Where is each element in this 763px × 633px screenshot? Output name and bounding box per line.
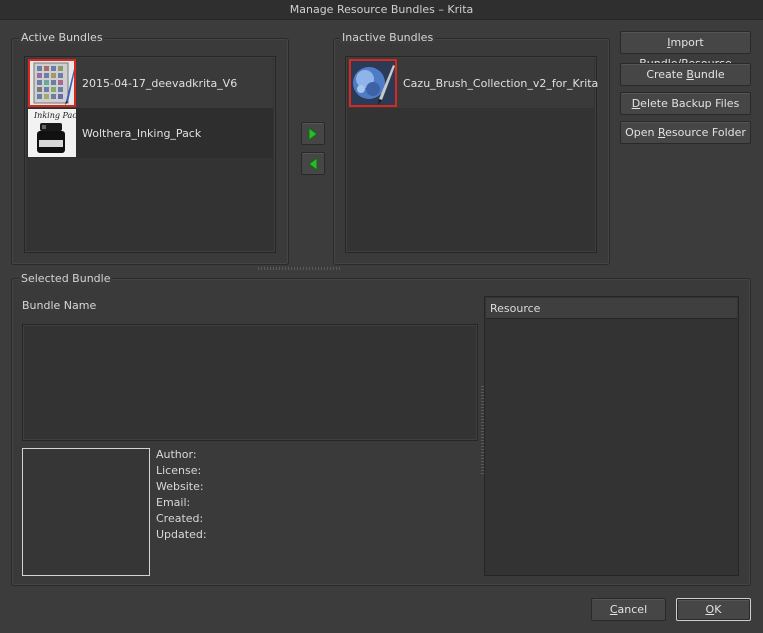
brush-splash-icon	[349, 59, 397, 107]
activate-bundle-button[interactable]	[301, 122, 325, 145]
splitter-handle[interactable]	[258, 267, 340, 270]
ink-bottle-icon: Inking Pack	[28, 109, 76, 157]
cancel-button[interactable]: Cancel	[591, 598, 666, 621]
open-resource-folder-button[interactable]: Open Resource Folder	[620, 121, 751, 144]
resource-tree[interactable]: Resource	[484, 296, 739, 576]
list-item-label: 2015-04-17_deevadkrita_V6	[82, 76, 238, 90]
bundle-description-box[interactable]	[22, 324, 478, 441]
resource-column-header[interactable]: Resource	[486, 298, 737, 319]
delete-backup-files-button[interactable]: Delete Backup Files	[620, 92, 751, 115]
inactive-bundles-list[interactable]: Cazu_Brush_Collection_v2_for_Krita	[345, 56, 598, 253]
created-label: Created:	[156, 512, 204, 525]
palette-grid-icon	[28, 59, 76, 107]
list-item-label: Wolthera_Inking_Pack	[82, 126, 202, 140]
author-label: Author:	[156, 448, 197, 461]
list-item[interactable]: Cazu_Brush_Collection_v2_for_Krita	[348, 58, 598, 108]
selected-bundle-title: Selected Bundle	[19, 272, 113, 285]
list-item[interactable]: 2015-04-17_deevadkrita_V6	[27, 58, 273, 108]
list-item-label: Cazu_Brush_Collection_v2_for_Krita	[403, 76, 599, 90]
import-bundle-button[interactable]: Import Bundle/Resource	[620, 31, 751, 70]
create-bundle-button[interactable]: Create Bundle	[620, 63, 751, 86]
svg-text:Inking Pack: Inking Pack	[33, 111, 76, 120]
deactivate-bundle-button[interactable]	[301, 152, 325, 175]
website-label: Website:	[156, 480, 204, 493]
active-bundles-title: Active Bundles	[19, 31, 105, 44]
license-label: License:	[156, 464, 202, 477]
arrow-right-icon	[308, 126, 318, 141]
window-title: Manage Resource Bundles – Krita	[0, 0, 763, 20]
inactive-bundles-title: Inactive Bundles	[340, 31, 436, 44]
list-item[interactable]: Inking Pack Wolthera_Inking_Pack	[27, 108, 273, 158]
active-bundles-list[interactable]: 2015-04-17_deevadkrita_V6 Inking Pack Wo…	[24, 56, 276, 253]
arrow-left-icon	[308, 156, 318, 171]
updated-label: Updated:	[156, 528, 207, 541]
bundle-name-label: Bundle Name	[22, 299, 97, 312]
bundle-preview-image	[22, 448, 150, 576]
ok-button[interactable]: OK	[676, 598, 751, 621]
email-label: Email:	[156, 496, 191, 509]
